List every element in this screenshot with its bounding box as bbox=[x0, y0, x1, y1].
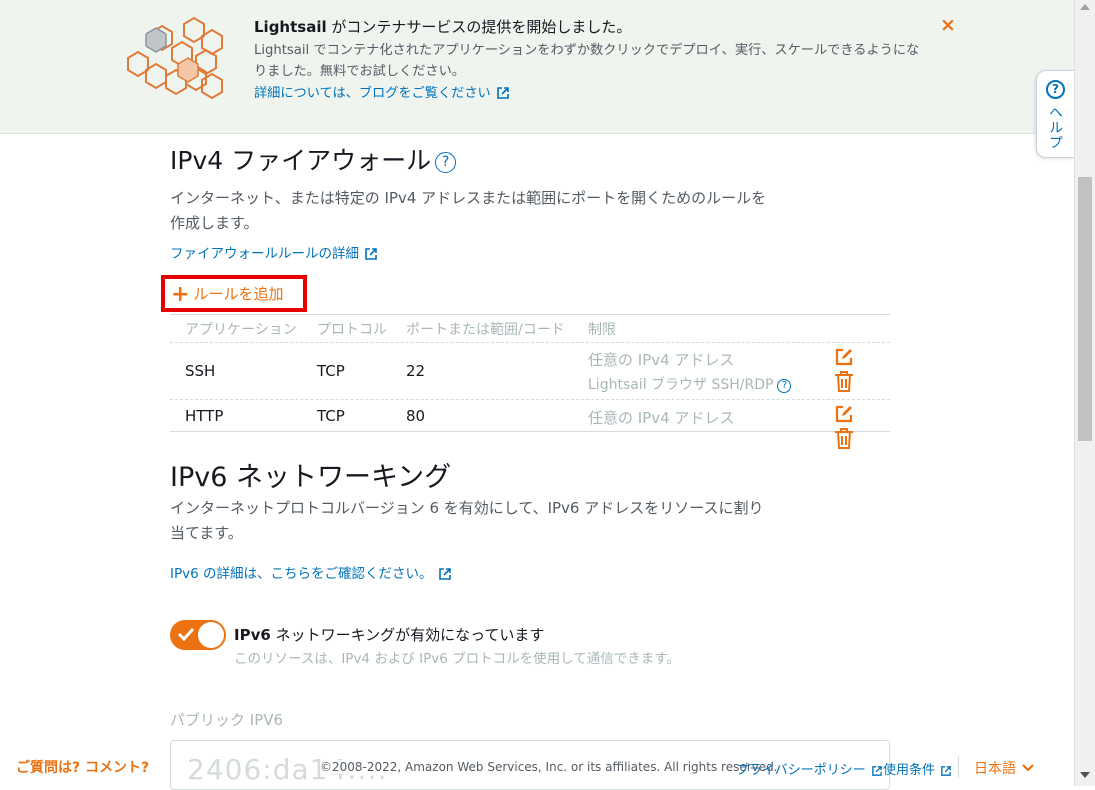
ipv4-firewall-title: IPv4 ファイアウォール? bbox=[170, 141, 457, 177]
footer: ご質問は? コメント? ©2008-2022, Amazon Web Servi… bbox=[0, 750, 1074, 786]
ipv4-firewall-description: インターネット、または特定の IPv4 アドレスまたは範囲にポートを開くためのル… bbox=[170, 189, 767, 232]
row-actions bbox=[834, 347, 890, 397]
language-selector[interactable]: 日本語 bbox=[974, 758, 1034, 778]
firewall-rules-details-link[interactable]: ファイアウォールルールの詳細 bbox=[170, 242, 377, 262]
edit-icon[interactable] bbox=[834, 347, 854, 367]
scroll-down-arrow-icon[interactable] bbox=[1080, 772, 1090, 778]
trash-icon[interactable] bbox=[834, 371, 854, 393]
row-actions bbox=[834, 404, 890, 454]
public-ipv6-label: パブリック IPV6 bbox=[170, 711, 284, 729]
column-header: ポートまたは範囲/コード bbox=[406, 322, 565, 338]
privacy-policy-link[interactable]: プライバシーポリシー bbox=[736, 759, 882, 778]
add-rule-highlight: + ルールを追加 bbox=[161, 275, 307, 312]
cell-port: 80 bbox=[406, 407, 426, 425]
ipv6-details-link[interactable]: IPv6 の詳細は、こちらをご確認ください。 bbox=[170, 562, 451, 582]
external-link-icon bbox=[496, 87, 509, 99]
column-header: 制限 bbox=[588, 322, 616, 338]
help-icon: ? bbox=[1046, 80, 1065, 99]
add-rule-button[interactable]: + ルールを追加 bbox=[171, 282, 283, 307]
info-icon[interactable]: ? bbox=[435, 152, 457, 173]
cell-protocol: TCP bbox=[317, 362, 345, 380]
ipv6-networking-title: IPv6 ネットワーキング bbox=[170, 462, 452, 493]
external-link-icon bbox=[871, 766, 882, 776]
close-banner-button[interactable]: × bbox=[940, 14, 956, 36]
ipv6-toggle[interactable] bbox=[170, 620, 226, 650]
feedback-link[interactable]: ご質問は? コメント? bbox=[16, 757, 149, 777]
column-header: プロトコル bbox=[317, 322, 387, 338]
container-cubes-illustration bbox=[127, 16, 223, 100]
check-icon bbox=[177, 627, 195, 642]
cell-port: 22 bbox=[406, 362, 426, 380]
table-header: アプリケーション プロトコル ポートまたは範囲/コード 制限 bbox=[170, 314, 890, 342]
scrollbar[interactable] bbox=[1074, 0, 1095, 786]
chevron-down-icon bbox=[1022, 764, 1034, 772]
blog-link[interactable]: 詳細については、ブログをご覧ください bbox=[254, 82, 509, 101]
terms-of-use-link[interactable]: 使用条件 bbox=[883, 759, 951, 778]
announcement-banner: Lightsail がコンテナサービスの提供を開始しました。 Lightsail… bbox=[0, 0, 1074, 134]
external-link-icon bbox=[941, 766, 951, 776]
help-tab[interactable]: ? ヘルプ bbox=[1036, 70, 1074, 158]
ipv6-toggle-subtext: このリソースは、IPv4 および IPv6 プロトコルを使用して通信できます。 bbox=[234, 651, 680, 667]
cell-restriction: 任意の IPv4 アドレス bbox=[588, 351, 735, 369]
column-header: アプリケーション bbox=[185, 322, 297, 338]
cell-application: HTTP bbox=[185, 407, 224, 425]
plus-icon: + bbox=[171, 282, 190, 307]
cell-restriction-secondary: Lightsail ブラウザ SSH/RDP? bbox=[588, 374, 792, 394]
scroll-thumb[interactable] bbox=[1078, 177, 1092, 441]
info-icon[interactable]: ? bbox=[777, 379, 792, 393]
footer-divider bbox=[958, 756, 959, 778]
cell-restriction: 任意の IPv4 アドレス bbox=[588, 409, 735, 427]
banner-title: Lightsail がコンテナサービスの提供を開始しました。 bbox=[254, 18, 632, 36]
ipv6-description: インターネットプロトコルバージョン 6 を有効にして、IPv6 アドレスをリソー… bbox=[170, 499, 764, 542]
toggle-knob bbox=[198, 622, 224, 648]
cell-protocol: TCP bbox=[317, 407, 345, 425]
copyright-text: ©2008-2022, Amazon Web Services, Inc. or… bbox=[320, 760, 778, 774]
table-row: HTTP TCP 80 任意の IPv4 アドレス bbox=[170, 399, 890, 449]
ipv6-toggle-label: IPv6 ネットワーキングが有効になっています bbox=[234, 626, 545, 644]
banner-description: Lightsail でコンテナ化されたアプリケーションをわずか数クリックでデプロ… bbox=[254, 43, 920, 79]
external-link-icon bbox=[438, 568, 451, 580]
trash-icon[interactable] bbox=[834, 428, 854, 450]
external-link-icon bbox=[365, 248, 377, 260]
scroll-up-arrow-icon[interactable] bbox=[1080, 4, 1090, 10]
table-row: SSH TCP 22 任意の IPv4 アドレス Lightsail ブラウザ … bbox=[170, 342, 890, 399]
cell-application: SSH bbox=[185, 362, 216, 380]
edit-icon[interactable] bbox=[834, 404, 854, 424]
help-label: ヘルプ bbox=[1047, 105, 1063, 150]
